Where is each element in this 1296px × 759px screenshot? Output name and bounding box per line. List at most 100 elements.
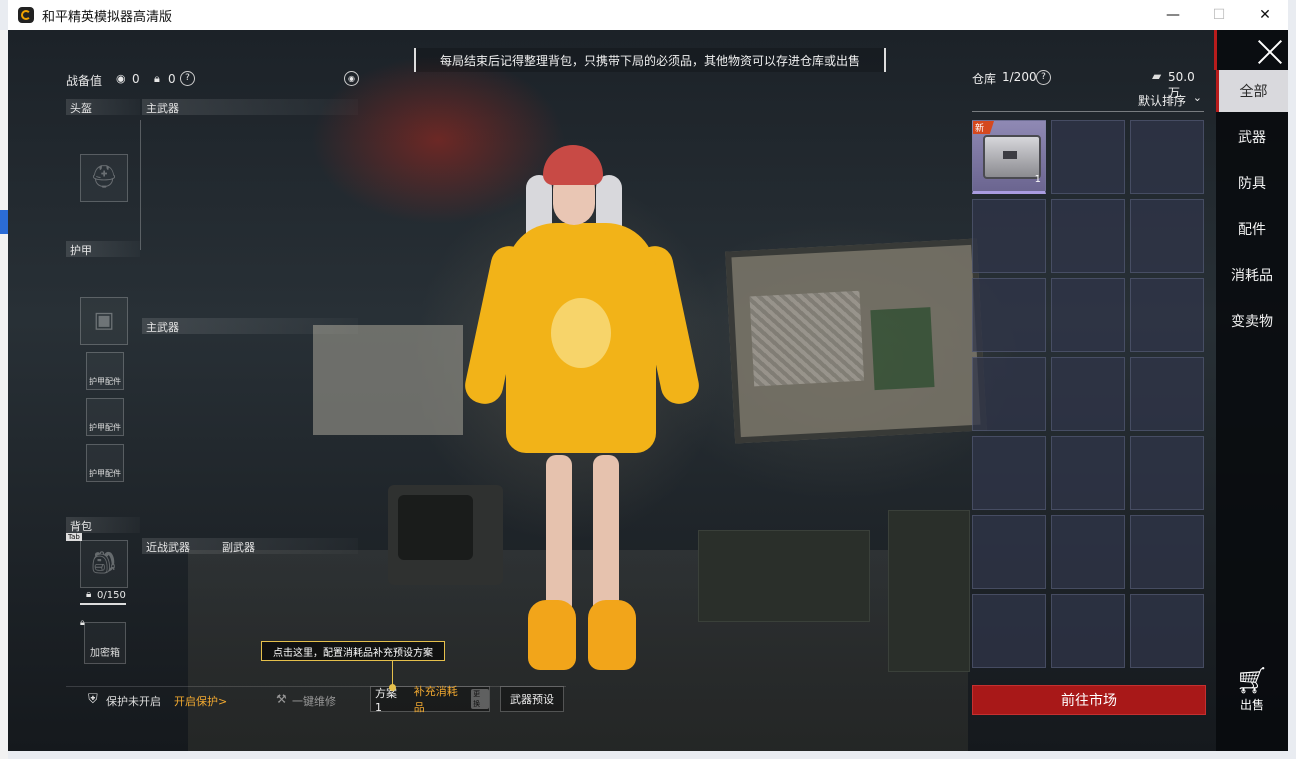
wrench-icon: ⚒ — [276, 692, 287, 706]
close-window-button[interactable]: ✕ — [1242, 0, 1288, 30]
notice-banner: 每局结束后记得整理背包，只携带下局的必须品，其他物资可以存进仓库或出售 — [414, 48, 886, 72]
warehouse-cell[interactable] — [1130, 594, 1204, 668]
armor-part-label: 护甲配件 — [89, 423, 121, 432]
tab-sellables[interactable]: 变卖物 — [1216, 300, 1288, 342]
player-character — [458, 145, 718, 685]
armor-label: 护甲 — [70, 244, 92, 257]
protect-status: 保护未开启 — [106, 695, 161, 708]
category-tabs: 全部 武器 防具 配件 消耗品 变卖物 — [1216, 30, 1288, 751]
warehouse-cell[interactable] — [1130, 436, 1204, 510]
new-item-badge: 新 — [973, 121, 995, 134]
warehouse-help-icon[interactable]: ? — [1036, 70, 1051, 85]
secure-box-slot[interactable]: 加密箱 — [84, 622, 126, 664]
close-icon[interactable] — [1256, 38, 1284, 66]
desktop-edge-accent — [0, 210, 8, 234]
warehouse-cell[interactable] — [1051, 120, 1125, 194]
sort-dropdown[interactable]: 默认排序 ⌄ — [972, 89, 1204, 112]
sell-label: 出售 — [1239, 698, 1264, 712]
chevron-down-icon: ⌄ — [1192, 91, 1202, 104]
armor-part-slot[interactable]: 护甲配件 — [86, 398, 124, 436]
tab-armor[interactable]: 防具 — [1216, 162, 1288, 204]
melee-weapon-label: 近战武器 — [146, 541, 190, 554]
tooltip-dot — [389, 684, 396, 691]
character-leg — [546, 455, 572, 615]
tab-consumables[interactable]: 消耗品 — [1216, 254, 1288, 296]
capacity-lock-icon: 🔒︎ — [86, 589, 92, 600]
gear-value: 0 — [132, 72, 140, 86]
bottom-divider — [66, 686, 566, 687]
warehouse-cell[interactable] — [972, 357, 1046, 431]
scene-crate — [888, 510, 970, 672]
character-leg — [593, 455, 619, 615]
window-title: 和平精英模拟器高清版 — [42, 9, 173, 25]
warehouse-cell[interactable] — [1051, 436, 1125, 510]
warehouse-label: 仓库 — [972, 72, 997, 86]
warehouse-cell[interactable] — [1130, 515, 1204, 589]
minimize-button[interactable]: — — [1150, 0, 1196, 30]
money-icon: ▰ — [1152, 69, 1162, 83]
warehouse-grid: 新1 — [972, 120, 1206, 680]
armor-part-slot[interactable]: 护甲配件 — [86, 352, 124, 390]
desktop-edge — [0, 30, 8, 759]
tab-attachments[interactable]: 配件 — [1216, 208, 1288, 250]
backpack-label: 背包 — [70, 520, 92, 533]
repair-all-button[interactable]: 一键维修 — [292, 693, 336, 709]
warehouse-cell[interactable]: 新1 — [972, 120, 1046, 194]
warehouse-cell[interactable] — [972, 199, 1046, 273]
gear-value-label: 战备值 — [66, 74, 103, 88]
scene-whiteboard — [313, 325, 463, 435]
helmet-icon: ⛑ — [90, 165, 118, 190]
lock-icon: 🔒︎ — [154, 72, 160, 85]
supply-plan-button[interactable]: 方案1 补充消耗品 更换 — [370, 685, 490, 714]
warehouse-cell[interactable] — [1130, 120, 1204, 194]
warehouse-cell[interactable] — [1130, 199, 1204, 273]
app-icon — [18, 7, 34, 23]
warehouse-cell[interactable] — [972, 436, 1046, 510]
warehouse-cell[interactable] — [1051, 278, 1125, 352]
weapon-preset-button[interactable]: 武器预设 — [500, 686, 564, 712]
sell-button[interactable]: 🛒︎ 出售 — [1228, 666, 1276, 716]
maximize-button[interactable]: ☐ — [1196, 0, 1242, 30]
capacity-bar — [80, 603, 126, 605]
warehouse-cell[interactable] — [1051, 357, 1125, 431]
primary-weapon-label: 主武器 — [146, 102, 179, 115]
supply-badge: 更换 — [471, 689, 489, 709]
shield-icon: ⛨ — [88, 692, 98, 707]
secondary-weapon-label: 副武器 — [222, 541, 255, 554]
warehouse-cell[interactable] — [1130, 278, 1204, 352]
warehouse-cell[interactable] — [1051, 515, 1125, 589]
lock-value: 0 — [168, 72, 176, 86]
warehouse-capacity: 1/200 — [1002, 70, 1037, 84]
scene-crate — [698, 530, 870, 622]
game-viewport: 每局结束后记得整理背包，只携带下局的必须品，其他物资可以存进仓库或出售 战备值 … — [8, 30, 1288, 751]
helmet-slot[interactable]: ⛑ — [80, 154, 128, 202]
warehouse-cell[interactable] — [972, 594, 1046, 668]
scene-map-board — [725, 238, 987, 444]
tab-weapons[interactable]: 武器 — [1216, 116, 1288, 158]
tabs-accent — [1214, 30, 1217, 70]
backpack-slot[interactable]: 🎒︎ — [80, 540, 128, 588]
backpack-capacity: 0/150 — [97, 590, 126, 601]
character-boot — [528, 600, 576, 670]
warehouse-cell[interactable] — [972, 278, 1046, 352]
tab-all[interactable]: 全部 — [1216, 70, 1288, 112]
sort-label: 默认排序 — [1137, 94, 1186, 108]
warehouse-cell[interactable] — [1051, 199, 1125, 273]
coin-icon: ◉ — [116, 72, 126, 85]
supply-label: 补充消耗品 — [413, 685, 458, 714]
armor-part-slot[interactable]: 护甲配件 — [86, 444, 124, 482]
primary-weapon-2-label: 主武器 — [146, 321, 179, 334]
character-hat — [543, 145, 603, 185]
go-to-market-button[interactable]: 前往市场 — [972, 685, 1206, 715]
supply-tooltip: 点击这里，配置消耗品补充预设方案 — [261, 641, 445, 661]
help-icon[interactable]: ? — [180, 71, 195, 86]
armor-slot[interactable]: ▣ — [80, 297, 128, 345]
warehouse-cell[interactable] — [1130, 357, 1204, 431]
warehouse-cell[interactable] — [1051, 594, 1125, 668]
armor-icon: ▣ — [93, 308, 115, 333]
warehouse-cell[interactable] — [972, 515, 1046, 589]
supply-box-icon — [983, 135, 1041, 179]
enable-protect-link[interactable]: 开启保护> — [174, 693, 227, 709]
eye-icon[interactable]: ◉ — [344, 71, 359, 86]
backpack-icon: 🎒︎ — [90, 551, 118, 576]
